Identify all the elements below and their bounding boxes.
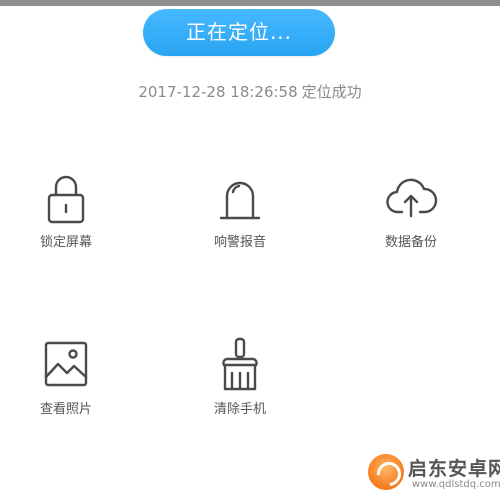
locating-button[interactable]: 正在定位... <box>143 9 335 56</box>
cloud-upload-icon <box>381 168 441 228</box>
lock-icon <box>36 168 96 228</box>
locating-button-label: 正在定位... <box>185 20 293 44</box>
site-watermark: 启东安卓网 www.qdlstdq.com <box>368 452 500 494</box>
location-status: 2017-12-28 18:26:58 定位成功 <box>0 80 500 104</box>
lock-screen-action[interactable]: 锁定屏幕 <box>6 168 126 268</box>
view-photos-action[interactable]: 查看照片 <box>6 335 126 435</box>
wipe-phone-label: 清除手机 <box>213 402 266 417</box>
lock-screen-label: 锁定屏幕 <box>39 235 92 250</box>
watermark-url: www.qdlstdq.com <box>412 479 500 490</box>
top-bar <box>0 0 500 6</box>
watermark-logo-icon <box>368 454 404 490</box>
wipe-phone-action[interactable]: 清除手机 <box>180 335 300 435</box>
broom-icon <box>210 335 270 395</box>
alarm-bell-icon <box>210 168 270 228</box>
watermark-title: 启东安卓网 <box>408 458 500 480</box>
ring-alarm-action[interactable]: 响警报音 <box>180 168 300 268</box>
status-timestamp: 2017-12-28 18:26:58 <box>138 83 298 101</box>
photo-icon <box>36 335 96 395</box>
data-backup-label: 数据备份 <box>384 235 437 250</box>
status-message: 定位成功 <box>301 83 362 101</box>
data-backup-action[interactable]: 数据备份 <box>351 168 471 268</box>
ring-alarm-label: 响警报音 <box>213 235 266 250</box>
view-photos-label: 查看照片 <box>39 402 92 417</box>
